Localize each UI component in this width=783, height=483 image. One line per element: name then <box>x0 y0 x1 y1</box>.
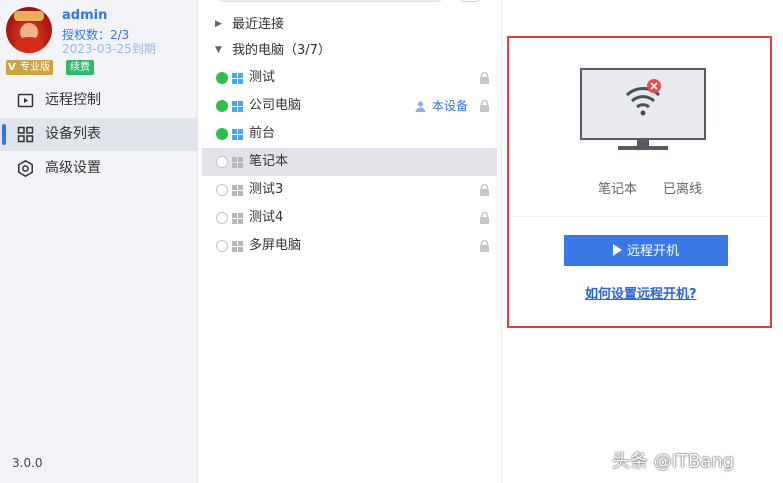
windows-icon <box>232 73 243 84</box>
nav-menu: 远程控制 设备列表 高级设置 <box>0 84 198 186</box>
group-label: 最近连接 <box>232 17 285 32</box>
group-my-devices[interactable]: ▼ 我的电脑（3/7） <box>202 37 500 64</box>
this-device-label: 本设备 <box>415 92 468 120</box>
device-row[interactable]: 前台 <box>202 120 500 148</box>
windows-icon <box>232 157 243 168</box>
device-name: 测试 <box>249 70 276 85</box>
menu-item-label: 设备列表 <box>45 126 101 142</box>
detail-device-name: 笔记本 <box>598 182 638 197</box>
top-action-button[interactable] <box>460 0 480 2</box>
device-name: 笔记本 <box>249 154 289 169</box>
lock-icon <box>480 240 489 252</box>
device-name: 测试3 <box>249 182 284 197</box>
detail-divider <box>509 216 770 217</box>
watermark: 头条 @ITBang <box>612 451 735 472</box>
status-dot-offline <box>216 212 228 224</box>
menu-item-device-list[interactable]: 设备列表 <box>0 118 198 151</box>
user-profile: admin 授权数：2/3 2023-03-25到期 V 专业版 续费 <box>6 7 196 77</box>
device-name: 公司电脑 <box>249 98 302 113</box>
play-icon <box>612 244 622 256</box>
lock-icon <box>480 100 489 112</box>
panel-divider <box>501 0 502 483</box>
windows-icon <box>232 241 243 252</box>
status-dot-online <box>216 100 228 112</box>
group-recent[interactable]: ▶ 最近连接 <box>202 11 500 38</box>
search-box[interactable] <box>218 0 442 2</box>
detail-device-status: 已离线 <box>663 182 703 197</box>
status-dot-online <box>216 128 228 140</box>
app-version: 3.0.0 <box>12 456 43 470</box>
grid-icon <box>17 126 34 143</box>
device-row[interactable]: 多屏电脑 <box>202 232 500 260</box>
group-label: 我的电脑（3/7） <box>232 43 331 58</box>
gear-icon <box>18 160 33 177</box>
caret-right-icon: ▶ <box>215 19 222 29</box>
device-name: 前台 <box>249 126 276 141</box>
status-dot-offline <box>216 156 228 168</box>
expire-date: 2023-03-25到期 <box>62 42 156 56</box>
username: admin <box>62 8 108 23</box>
device-row[interactable]: 公司电脑 本设备 <box>202 92 500 120</box>
lock-icon <box>480 72 489 84</box>
device-name: 多屏电脑 <box>249 238 302 253</box>
device-row[interactable]: 测试3 <box>202 176 500 204</box>
device-rows: 测试 公司电脑 本设备 前台 笔记本 测试3 测试4 多屏电脑 <box>202 64 500 260</box>
user-icon <box>415 101 426 112</box>
device-row-selected[interactable]: 笔记本 <box>202 148 497 176</box>
offline-monitor-icon <box>580 68 706 150</box>
device-name: 测试4 <box>249 210 284 225</box>
lock-icon <box>480 212 489 224</box>
device-list-panel: ▶ 最近连接 ▼ 我的电脑（3/7） 测试 公司电脑 本设备 前台 笔记本 测试… <box>202 0 500 483</box>
menu-item-label: 远程控制 <box>45 92 101 108</box>
windows-icon <box>232 101 243 112</box>
wake-help-link[interactable]: 如何设置远程开机? <box>585 283 697 302</box>
remote-wake-button[interactable]: 远程开机 <box>564 235 728 266</box>
device-detail-panel: 笔记本 已离线 远程开机 如何设置远程开机? <box>507 36 772 328</box>
edition-badge: V 专业版 <box>6 60 53 75</box>
device-row[interactable]: 测试4 <box>202 204 500 232</box>
status-dot-online <box>216 72 228 84</box>
status-dot-offline <box>216 240 228 252</box>
windows-icon <box>232 185 243 196</box>
windows-icon <box>232 213 243 224</box>
menu-item-advanced-settings[interactable]: 高级设置 <box>0 152 198 185</box>
device-row[interactable]: 测试 <box>202 64 500 92</box>
lock-icon <box>480 184 489 196</box>
menu-item-label: 高级设置 <box>45 160 101 176</box>
renew-badge[interactable]: 续费 <box>66 60 94 75</box>
status-dot-offline <box>216 184 228 196</box>
sidebar: admin 授权数：2/3 2023-03-25到期 V 专业版 续费 远程控制 … <box>0 0 198 483</box>
avatar[interactable] <box>6 7 52 53</box>
windows-icon <box>232 129 243 140</box>
caret-down-icon: ▼ <box>215 45 222 55</box>
menu-item-remote-control[interactable]: 远程控制 <box>0 84 198 117</box>
remote-control-icon <box>17 93 34 108</box>
edition-v-icon: V <box>8 62 16 73</box>
